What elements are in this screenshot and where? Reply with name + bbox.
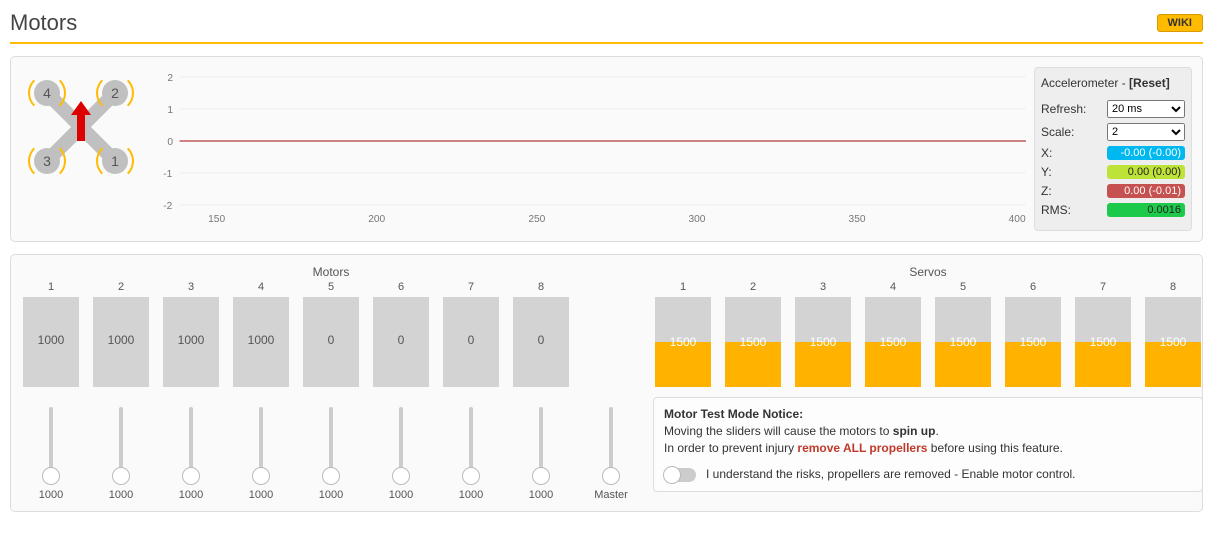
servos-title: Servos xyxy=(653,265,1203,279)
motor-2-icon: 2 xyxy=(102,80,128,106)
svg-text:250: 250 xyxy=(528,214,545,225)
scale-label: Scale: xyxy=(1041,125,1074,139)
rms-value: 0.0016 xyxy=(1107,203,1185,217)
motor-slider-6[interactable]: 1000 xyxy=(371,407,431,501)
rms-label: RMS: xyxy=(1041,203,1071,217)
refresh-label: Refresh: xyxy=(1041,102,1086,116)
svg-text:150: 150 xyxy=(208,214,225,225)
motor-slider-2[interactable]: 1000 xyxy=(91,407,151,501)
motor-bar-4: 4 1000 xyxy=(231,281,291,387)
svg-text:-1: -1 xyxy=(163,169,172,180)
motor-slider-3[interactable]: 1000 xyxy=(161,407,221,501)
servo-bar-8: 8 1500 xyxy=(1143,281,1203,387)
svg-text:350: 350 xyxy=(849,214,866,225)
accelerometer-panel: Accelerometer - [Reset] Refresh: 20 ms S… xyxy=(1034,67,1192,231)
motors-title: Motors xyxy=(21,265,641,279)
accel-reset-button[interactable]: [Reset] xyxy=(1129,76,1170,90)
y-label: Y: xyxy=(1041,165,1052,179)
scale-select[interactable]: 2 xyxy=(1107,123,1185,141)
motor-3-icon: 3 xyxy=(34,148,60,174)
bottom-panel: Motors 1 1000 2 1000 3 1000 4 1000 5 0 6… xyxy=(10,254,1203,512)
motor-bar-7: 7 0 xyxy=(441,281,501,387)
motor-bar-2: 2 1000 xyxy=(91,281,151,387)
svg-text:300: 300 xyxy=(688,214,705,225)
svg-text:200: 200 xyxy=(368,214,385,225)
servo-bar-2: 2 1500 xyxy=(723,281,783,387)
title-rule xyxy=(10,42,1203,44)
y-value: 0.00 (0.00) xyxy=(1107,165,1185,179)
servo-bar-3: 3 1500 xyxy=(793,281,853,387)
motor-bar-8: 8 0 xyxy=(511,281,571,387)
svg-text:-2: -2 xyxy=(163,201,172,212)
motor-4-icon: 4 xyxy=(34,80,60,106)
svg-text:400: 400 xyxy=(1009,214,1026,225)
top-panel: 4 2 3 1 2 1 0 -1 -2 150 200 250 300 350 … xyxy=(10,56,1203,242)
accelerometer-chart: 2 1 0 -1 -2 150 200 250 300 350 400 xyxy=(149,67,1026,227)
page-title: Motors xyxy=(10,10,77,36)
servo-bar-1: 1 1500 xyxy=(653,281,713,387)
notice-title: Motor Test Mode Notice: xyxy=(664,406,1192,423)
motor-slider-4[interactable]: 1000 xyxy=(231,407,291,501)
motor-bar-1: 1 1000 xyxy=(21,281,81,387)
z-value: 0.00 (-0.01) xyxy=(1107,184,1185,198)
svg-text:0: 0 xyxy=(167,137,173,148)
servo-bar-4: 4 1500 xyxy=(863,281,923,387)
motors-block: Motors 1 1000 2 1000 3 1000 4 1000 5 0 6… xyxy=(21,265,641,501)
forward-arrow-icon xyxy=(77,113,85,141)
servo-bar-5: 5 1500 xyxy=(933,281,993,387)
servo-bar-7: 7 1500 xyxy=(1073,281,1133,387)
x-value: -0.00 (-0.00) xyxy=(1107,146,1185,160)
master-slider[interactable]: Master xyxy=(581,407,641,501)
motor-test-notice: Motor Test Mode Notice: Moving the slide… xyxy=(653,397,1203,492)
svg-text:2: 2 xyxy=(167,73,173,84)
motor-slider-7[interactable]: 1000 xyxy=(441,407,501,501)
servos-block: Servos 1 1500 2 1500 3 1500 4 1500 5 150… xyxy=(653,265,1203,501)
motor-1-icon: 1 xyxy=(102,148,128,174)
servo-bar-6: 6 1500 xyxy=(1003,281,1063,387)
motor-bar-3: 3 1000 xyxy=(161,281,221,387)
accel-title: Accelerometer - xyxy=(1041,76,1129,90)
motor-bar-6: 6 0 xyxy=(371,281,431,387)
x-label: X: xyxy=(1041,146,1052,160)
enable-motor-control-toggle[interactable] xyxy=(664,468,696,482)
motor-slider-1[interactable]: 1000 xyxy=(21,407,81,501)
motor-slider-5[interactable]: 1000 xyxy=(301,407,361,501)
wiki-button[interactable]: WIKI xyxy=(1157,14,1203,32)
z-label: Z: xyxy=(1041,184,1052,198)
svg-text:1: 1 xyxy=(167,105,173,116)
refresh-select[interactable]: 20 ms xyxy=(1107,100,1185,118)
motor-layout-diagram: 4 2 3 1 xyxy=(21,67,141,187)
motor-bar-5: 5 0 xyxy=(301,281,361,387)
enable-motor-control-label: I understand the risks, propellers are r… xyxy=(706,466,1076,483)
motor-slider-8[interactable]: 1000 xyxy=(511,407,571,501)
